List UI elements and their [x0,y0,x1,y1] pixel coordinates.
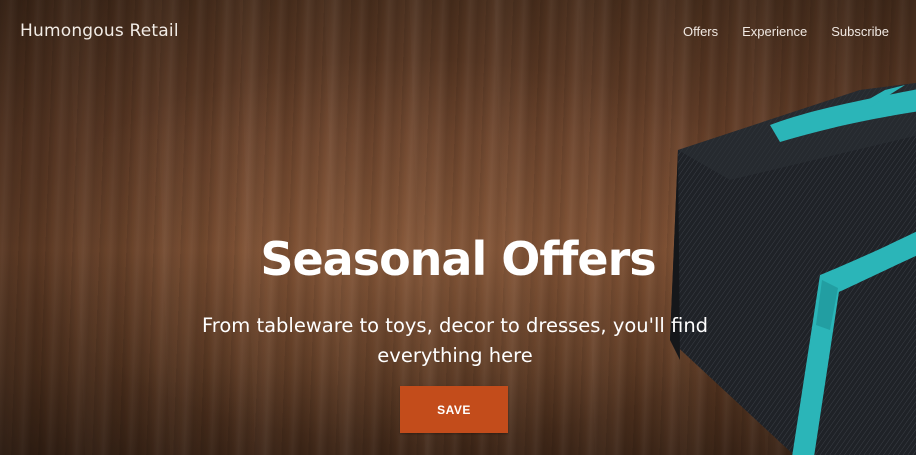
hero-title: Seasonal Offers [260,232,656,286]
nav-subscribe[interactable]: Subscribe [831,24,889,39]
main-nav: Offers Experience Subscribe [683,24,889,39]
nav-experience[interactable]: Experience [742,24,807,39]
brand-logo[interactable]: Humongous Retail [20,21,179,41]
nav-offers[interactable]: Offers [683,24,718,39]
hero-subtitle: From tableware to toys, decor to dresses… [201,314,709,367]
save-button[interactable]: SAVE [400,386,508,433]
